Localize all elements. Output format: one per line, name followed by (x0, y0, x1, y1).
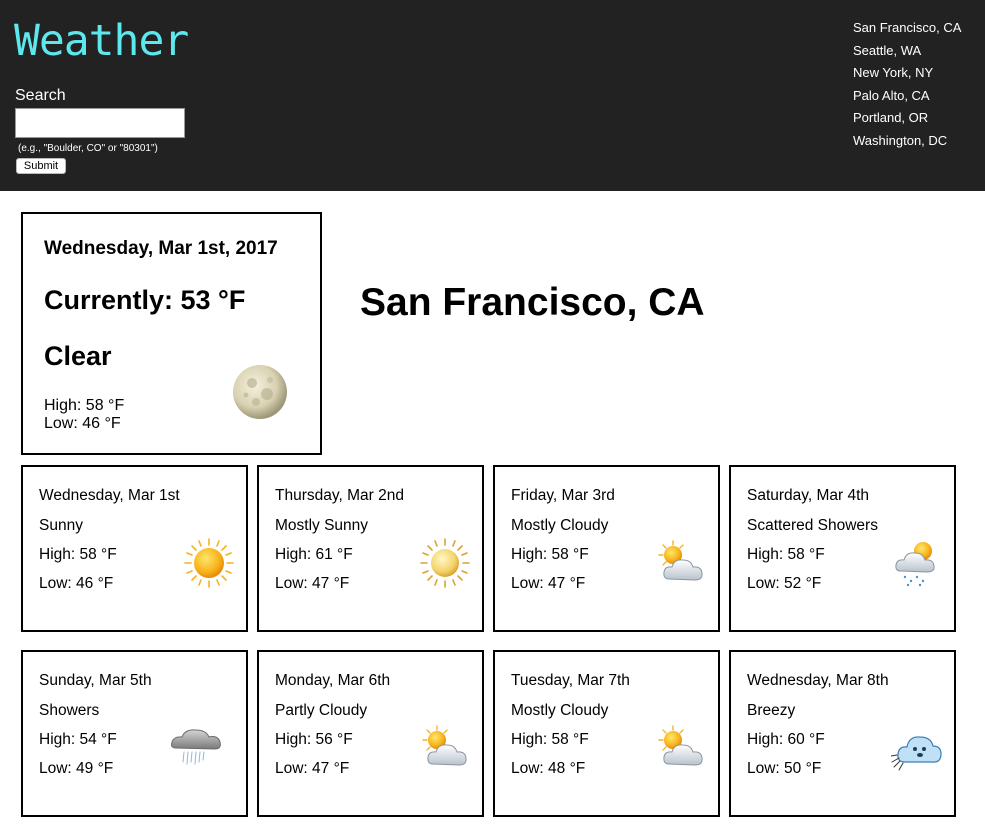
sun-icon (184, 538, 234, 588)
forecast-low: Low: 47 °F (275, 575, 350, 592)
current-low: Low: 46 °F (44, 415, 121, 432)
forecast-condition: Showers (39, 702, 100, 719)
forecast-low: Low: 49 °F (39, 760, 114, 777)
app-logo: Weather (14, 16, 189, 66)
search-hint: (e.g., "Boulder, CO" or "80301") (18, 143, 158, 154)
city-link-san-francisco[interactable]: San Francisco, CA (853, 19, 961, 42)
city-link-washington[interactable]: Washington, DC (853, 132, 961, 155)
forecast-high: High: 61 °F (275, 546, 353, 563)
forecast-low: Low: 46 °F (39, 575, 114, 592)
current-high: High: 58 °F (44, 397, 125, 414)
wind-cloud-icon (891, 736, 942, 771)
forecast-card: Sunday, Mar 5th Showers High: 54 °F Low:… (21, 650, 248, 817)
header: Weather Search (e.g., "Boulder, CO" or "… (0, 0, 985, 191)
city-list: San Francisco, CA Seattle, WA New York, … (853, 19, 961, 154)
forecast-day: Friday, Mar 3rd (511, 487, 615, 504)
forecast-day: Saturday, Mar 4th (747, 487, 870, 504)
forecast-high: High: 58 °F (511, 546, 589, 563)
forecast-card: Wednesday, Mar 1st Sunny High: 58 °F Low… (21, 465, 248, 632)
forecast-day: Monday, Mar 6th (275, 672, 391, 689)
city-link-new-york[interactable]: New York, NY (853, 64, 961, 87)
location-title: San Francisco, CA (360, 281, 705, 324)
forecast-high: High: 58 °F (39, 546, 117, 563)
forecast-day: Sunday, Mar 5th (39, 672, 152, 689)
forecast-card: Monday, Mar 6th Partly Cloudy High: 56 °… (257, 650, 484, 817)
search-input[interactable] (15, 108, 185, 138)
forecast-card: Friday, Mar 3rd Mostly Cloudy High: 58 °… (493, 465, 720, 632)
city-link-palo-alto[interactable]: Palo Alto, CA (853, 87, 961, 110)
current-condition: Clear (44, 341, 112, 371)
sun-icon (420, 538, 470, 588)
forecast-day: Tuesday, Mar 7th (511, 672, 630, 689)
forecast-condition: Mostly Cloudy (511, 702, 609, 719)
forecast-card: Thursday, Mar 2nd Mostly Sunny High: 61 … (257, 465, 484, 632)
sun-shower-icon (895, 542, 935, 587)
forecast-card: Saturday, Mar 4th Scattered Showers High… (729, 465, 956, 632)
forecast-condition: Mostly Sunny (275, 517, 369, 534)
forecast-day: Thursday, Mar 2nd (275, 487, 404, 504)
forecast-high: High: 56 °F (275, 731, 353, 748)
forecast-condition: Mostly Cloudy (511, 517, 609, 534)
partly-cloudy-icon (422, 725, 467, 766)
city-link-portland[interactable]: Portland, OR (853, 109, 961, 132)
forecast-card: Tuesday, Mar 7th Mostly Cloudy High: 58 … (493, 650, 720, 817)
forecast-condition: Partly Cloudy (275, 702, 368, 719)
search-label: Search (15, 87, 66, 104)
forecast-condition: Scattered Showers (747, 517, 878, 534)
forecast-high: High: 60 °F (747, 731, 825, 748)
forecast-day: Wednesday, Mar 1st (39, 487, 180, 504)
forecast-low: Low: 47 °F (511, 575, 586, 592)
submit-button[interactable]: Submit (16, 158, 66, 174)
forecast-high: High: 58 °F (511, 731, 589, 748)
forecast-condition: Breezy (747, 702, 796, 719)
partly-cloudy-icon (658, 540, 703, 581)
forecast-low: Low: 47 °F (275, 760, 350, 777)
forecast-low: Low: 52 °F (747, 575, 822, 592)
current-temperature: Currently: 53 °F (44, 285, 246, 315)
current-date: Wednesday, Mar 1st, 2017 (44, 238, 278, 259)
partly-cloudy-icon (658, 725, 703, 766)
forecast-condition: Sunny (39, 517, 83, 534)
forecast-high: High: 58 °F (747, 546, 825, 563)
moon-icon (233, 365, 287, 419)
city-link-seattle[interactable]: Seattle, WA (853, 42, 961, 65)
forecast-low: Low: 50 °F (747, 760, 822, 777)
forecast-high: High: 54 °F (39, 731, 117, 748)
forecast-low: Low: 48 °F (511, 760, 586, 777)
rain-cloud-icon (171, 729, 221, 765)
current-weather-card: Wednesday, Mar 1st, 2017 Currently: 53 °… (21, 212, 322, 455)
forecast-day: Wednesday, Mar 8th (747, 672, 889, 689)
forecast-card: Wednesday, Mar 8th Breezy High: 60 °F Lo… (729, 650, 956, 817)
